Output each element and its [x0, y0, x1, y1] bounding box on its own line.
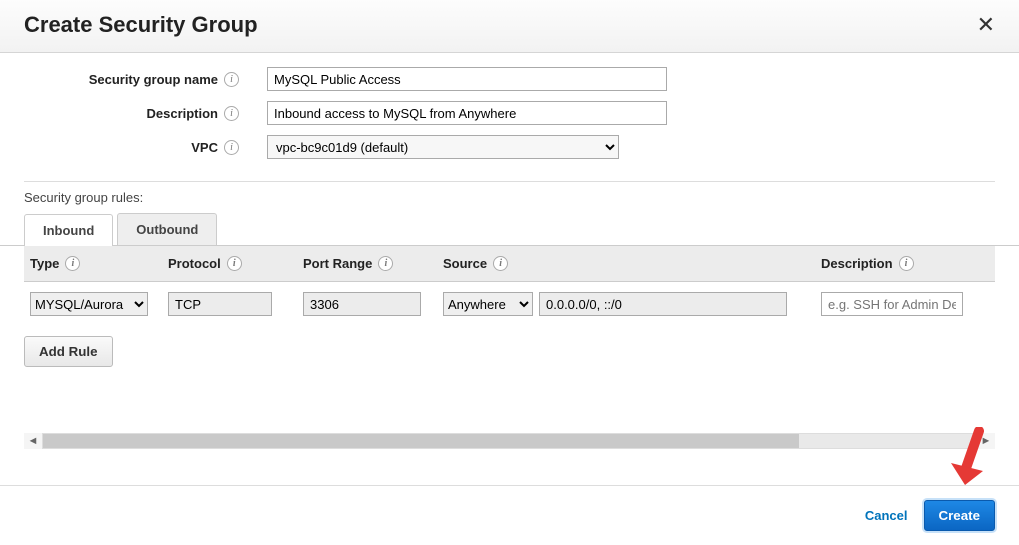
- info-icon[interactable]: i: [224, 72, 239, 87]
- close-icon[interactable]: ✕: [977, 14, 995, 36]
- rule-protocol-input: [168, 292, 272, 316]
- rule-source-value-input: [539, 292, 787, 316]
- row-vpc: VPC i vpc-bc9c01d9 (default): [24, 135, 995, 159]
- col-description: Description: [821, 256, 893, 271]
- scroll-thumb[interactable]: [43, 434, 799, 448]
- info-icon[interactable]: i: [224, 140, 239, 155]
- info-icon[interactable]: i: [224, 106, 239, 121]
- rule-description-input[interactable]: [821, 292, 963, 316]
- info-icon[interactable]: i: [493, 256, 508, 271]
- info-icon[interactable]: i: [378, 256, 393, 271]
- label-vpc: VPC: [24, 140, 224, 155]
- label-security-group-name: Security group name: [24, 72, 224, 87]
- modal-header: Create Security Group ✕: [0, 0, 1019, 53]
- tab-inbound[interactable]: Inbound: [24, 214, 113, 246]
- rules-grid: Typei Protocoli Port Rangei Sourcei Desc…: [0, 246, 1019, 326]
- rules-heading: Security group rules:: [0, 190, 1019, 213]
- info-icon[interactable]: i: [65, 256, 80, 271]
- modal-footer: Cancel Create: [0, 485, 1019, 545]
- modal-title: Create Security Group: [24, 12, 258, 38]
- label-description: Description: [24, 106, 224, 121]
- row-description: Description i: [24, 101, 995, 125]
- grid-header: Typei Protocoli Port Rangei Sourcei Desc…: [24, 246, 995, 282]
- info-icon[interactable]: i: [227, 256, 242, 271]
- security-group-name-input[interactable]: [267, 67, 667, 91]
- info-icon[interactable]: i: [899, 256, 914, 271]
- rule-port-input: [303, 292, 421, 316]
- scroll-left-arrow-icon[interactable]: ◄: [24, 435, 42, 447]
- add-rule-button[interactable]: Add Rule: [24, 336, 113, 367]
- vpc-select[interactable]: vpc-bc9c01d9 (default): [267, 135, 619, 159]
- description-input[interactable]: [267, 101, 667, 125]
- scroll-right-arrow-icon[interactable]: ►: [977, 435, 995, 447]
- horizontal-scrollbar[interactable]: ◄ ►: [24, 433, 995, 449]
- rule-source-mode-select[interactable]: Anywhere: [443, 292, 533, 316]
- row-security-group-name: Security group name i: [24, 67, 995, 91]
- tab-outbound[interactable]: Outbound: [117, 213, 217, 245]
- col-protocol: Protocol: [168, 256, 221, 271]
- cancel-button[interactable]: Cancel: [865, 508, 908, 523]
- col-type: Type: [30, 256, 59, 271]
- scroll-track[interactable]: [42, 433, 977, 449]
- rule-type-select[interactable]: MYSQL/Aurora: [30, 292, 148, 316]
- rule-row: MYSQL/Aurora Anywhere: [24, 282, 995, 326]
- divider: [24, 181, 995, 182]
- col-port-range: Port Range: [303, 256, 372, 271]
- col-source: Source: [443, 256, 487, 271]
- rules-tabs: Inbound Outbound: [0, 213, 1019, 246]
- create-button[interactable]: Create: [924, 500, 996, 531]
- form-area: Security group name i Description i VPC …: [0, 53, 1019, 181]
